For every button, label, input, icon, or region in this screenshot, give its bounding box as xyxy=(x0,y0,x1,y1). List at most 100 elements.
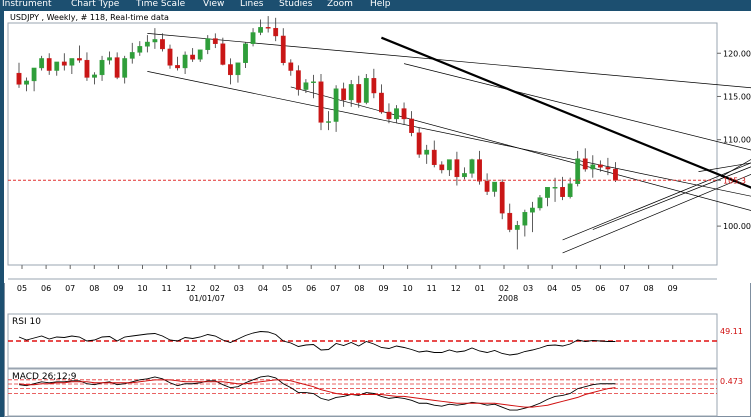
candle-body xyxy=(61,61,67,66)
time-label: 11 xyxy=(162,284,172,293)
candle-body xyxy=(175,65,180,69)
time-label: 06 xyxy=(306,284,316,293)
menu-bar: Instrument Chart Type Time Scale View Li… xyxy=(0,0,751,11)
candle-body xyxy=(197,49,203,60)
time-label: 10 xyxy=(137,284,147,293)
candle-body xyxy=(46,58,52,71)
candle-body xyxy=(446,159,452,171)
time-label: 02 xyxy=(499,284,509,293)
menu-lines[interactable]: Lines xyxy=(240,0,263,10)
candle-body xyxy=(152,39,158,43)
candle-body xyxy=(341,88,347,101)
candle-body xyxy=(605,167,611,170)
candle-body xyxy=(439,164,445,171)
time-label: 03 xyxy=(234,284,244,293)
candle-body xyxy=(167,48,173,66)
price-label: 100.00 xyxy=(723,222,751,231)
candle-body xyxy=(371,78,377,94)
candle-body xyxy=(416,132,422,155)
macd-panel xyxy=(7,368,718,417)
candle-body xyxy=(492,181,498,192)
candle-body xyxy=(243,43,248,63)
time-label: 06 xyxy=(595,284,605,293)
candle-body xyxy=(507,212,513,230)
time-label: 08 xyxy=(644,284,654,293)
candle-body xyxy=(394,108,399,120)
candle-body xyxy=(190,54,196,60)
price-label: 110.00 xyxy=(723,136,751,145)
time-label: 11 xyxy=(427,284,437,293)
price-label: 120.00 xyxy=(723,49,751,58)
menu-zoom[interactable]: Zoom xyxy=(327,0,353,10)
time-label: 05 xyxy=(282,284,292,293)
price-label: 105.3 xyxy=(723,176,746,185)
candle-body xyxy=(114,57,120,78)
candle-body xyxy=(54,61,60,71)
chart-canvas[interactable]: USDJPY , Weekly, # 118, Real-time data 1… xyxy=(4,11,751,417)
time-label: 09 xyxy=(113,284,123,293)
price-panel xyxy=(4,11,751,283)
candle-body xyxy=(454,159,460,178)
candle-body xyxy=(356,84,362,103)
date-label-2008: 2008 xyxy=(498,294,518,303)
candle-body xyxy=(409,118,414,133)
candle-body xyxy=(16,72,22,85)
candle-body xyxy=(129,52,135,59)
candle-body xyxy=(280,35,286,63)
candle-body xyxy=(348,84,354,101)
menu-help[interactable]: Help xyxy=(370,0,391,10)
time-label: 07 xyxy=(330,284,340,293)
candle-body xyxy=(84,59,90,78)
candle-body xyxy=(484,180,490,192)
menu-chart-type[interactable]: Chart Type xyxy=(71,0,119,10)
menu-time-scale[interactable]: Time Scale xyxy=(136,0,185,10)
candle-body xyxy=(303,82,309,90)
candle-body xyxy=(462,173,467,178)
time-label: 06 xyxy=(41,284,51,293)
price-label: 115.00 xyxy=(723,92,751,101)
menu-instrument[interactable]: Instrument xyxy=(2,0,52,10)
candle-body xyxy=(69,58,75,66)
candle-body xyxy=(597,164,603,168)
time-label: 04 xyxy=(258,284,268,293)
candle-body xyxy=(76,58,82,61)
candle-body xyxy=(92,74,97,78)
candle-body xyxy=(363,78,369,103)
candle-body xyxy=(273,27,279,37)
time-label: 03 xyxy=(523,284,533,293)
candle-body xyxy=(122,58,128,78)
candle-body xyxy=(379,92,384,113)
time-label: 04 xyxy=(547,284,557,293)
candle-body xyxy=(39,58,45,69)
time-label: 07 xyxy=(619,284,629,293)
candle-body xyxy=(160,39,165,50)
date-label-2007: 01/01/07 xyxy=(189,294,225,303)
candle-body xyxy=(530,207,535,213)
candle-body xyxy=(424,149,430,155)
menu-studies[interactable]: Studies xyxy=(279,0,312,10)
candle-body xyxy=(477,159,482,182)
candle-body xyxy=(99,59,105,76)
macd-value-label: 0.473 xyxy=(720,377,743,386)
candle-body xyxy=(250,32,256,44)
candle-body xyxy=(31,67,37,82)
candle-body xyxy=(613,168,618,181)
candle-body xyxy=(235,62,241,76)
candle-body xyxy=(401,108,407,120)
candle-body xyxy=(522,212,528,226)
candle-body xyxy=(212,38,218,44)
candle-body xyxy=(24,80,29,85)
candle-body xyxy=(469,159,475,174)
candle-body xyxy=(205,38,211,50)
candle-body xyxy=(499,181,505,214)
candle-body xyxy=(182,54,188,69)
candle-body xyxy=(545,187,550,198)
candle-body xyxy=(220,43,226,65)
menu-view[interactable]: View xyxy=(203,0,224,10)
candle-body xyxy=(582,158,588,170)
time-label: 10 xyxy=(403,284,413,293)
candle-body xyxy=(107,57,113,61)
time-label: 09 xyxy=(668,284,678,293)
chart-header: USDJPY , Weekly, # 118, Real-time data xyxy=(10,13,169,22)
rsi-title: RSI 10 xyxy=(12,317,41,327)
